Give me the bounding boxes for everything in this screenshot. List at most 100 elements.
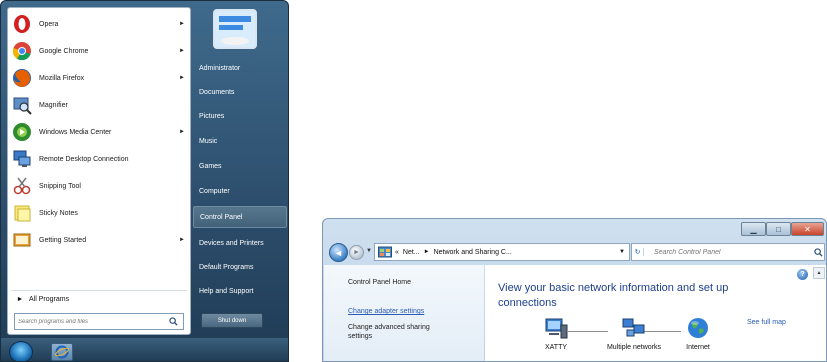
map-node-computer[interactable]: XATTY bbox=[533, 317, 579, 351]
start-item-control-panel[interactable]: Control Panel bbox=[193, 206, 287, 228]
taskbar bbox=[1, 338, 288, 361]
advanced-sharing-line-2: settings bbox=[348, 333, 373, 340]
close-icon: ✕ bbox=[804, 224, 811, 234]
control-panel-home-link[interactable]: Control Panel Home bbox=[348, 278, 411, 287]
start-item-label: Devices and Printers bbox=[199, 239, 264, 247]
program-label: Opera bbox=[39, 20, 59, 28]
recent-pages-dropdown-icon[interactable]: ▼ bbox=[366, 248, 372, 254]
minimize-button[interactable]: ▁ bbox=[741, 222, 766, 236]
user-picture[interactable] bbox=[213, 9, 257, 49]
start-item-administrator[interactable]: Administrator bbox=[193, 57, 287, 79]
submenu-arrow-icon: ► bbox=[179, 21, 185, 27]
maximize-button[interactable]: □ bbox=[766, 222, 791, 236]
maximize-icon: □ bbox=[776, 224, 781, 234]
start-item-label: Games bbox=[199, 162, 222, 170]
address-bar[interactable]: « Net... ► Network and Sharing C... ▼ bbox=[374, 243, 630, 261]
start-item-devices-and-printers[interactable]: Devices and Printers bbox=[193, 232, 287, 254]
submenu-arrow-icon: ► bbox=[179, 75, 185, 81]
breadcrumb-current[interactable]: Network and Sharing C... bbox=[434, 249, 512, 256]
address-dropdown-icon[interactable]: ▼ bbox=[619, 249, 625, 255]
start-item-label: Default Programs bbox=[199, 263, 254, 271]
search-icon[interactable] bbox=[814, 247, 823, 257]
scroll-up-icon[interactable]: ▲ bbox=[813, 267, 825, 279]
sticky-notes-icon bbox=[11, 202, 33, 224]
change-adapter-settings-link[interactable]: Change adapter settings bbox=[348, 307, 424, 316]
network-icon bbox=[622, 318, 645, 337]
minimize-icon: ▁ bbox=[750, 224, 757, 234]
start-search-input[interactable] bbox=[15, 318, 165, 325]
start-menu-programs-pane: Opera ► Google Chrome ► Mozilla Firefox … bbox=[7, 7, 191, 335]
start-item-label: Help and Support bbox=[199, 287, 254, 295]
map-node-internet[interactable]: Internet bbox=[675, 317, 721, 351]
start-item-label: Pictures bbox=[199, 112, 225, 120]
media-center-icon bbox=[11, 121, 33, 143]
firefox-icon bbox=[11, 67, 33, 89]
program-item-opera[interactable]: Opera ► bbox=[11, 12, 187, 36]
program-item-mozilla-firefox[interactable]: Mozilla Firefox ► bbox=[11, 66, 187, 90]
advanced-sharing-line-1: Change advanced sharing bbox=[348, 324, 430, 331]
start-item-pictures[interactable]: Pictures bbox=[193, 105, 287, 127]
breadcrumb-parent[interactable]: Net... bbox=[403, 249, 420, 256]
start-menu-places-pane: Administrator Documents Pictures Music G… bbox=[193, 1, 288, 361]
breadcrumb-overflow[interactable]: « bbox=[395, 249, 399, 256]
start-orb-icon[interactable] bbox=[9, 341, 33, 361]
snipping-tool-icon bbox=[11, 175, 33, 197]
refresh-icon[interactable]: ↻ bbox=[632, 248, 644, 256]
program-item-snipping-tool[interactable]: Snipping Tool bbox=[11, 174, 187, 198]
map-node-label: Internet bbox=[686, 344, 710, 351]
start-item-label: Administrator bbox=[199, 64, 241, 72]
breadcrumb-separator-icon[interactable]: ► bbox=[424, 249, 430, 255]
program-label: Google Chrome bbox=[39, 47, 89, 55]
program-item-sticky-notes[interactable]: Sticky Notes bbox=[11, 201, 187, 225]
computer-icon bbox=[545, 318, 568, 339]
taskbar-internet-explorer-icon[interactable] bbox=[51, 343, 73, 361]
program-label: Snipping Tool bbox=[39, 182, 81, 190]
start-item-music[interactable]: Music bbox=[193, 130, 287, 152]
start-item-help-and-support[interactable]: Help and Support bbox=[193, 280, 287, 302]
see-full-map-link[interactable]: See full map bbox=[747, 319, 786, 326]
close-button[interactable]: ✕ bbox=[791, 222, 824, 236]
program-item-remote-desktop-connection[interactable]: Remote Desktop Connection bbox=[11, 147, 187, 171]
shutdown-button[interactable]: Shut down bbox=[201, 313, 263, 328]
start-item-label: Documents bbox=[199, 88, 235, 96]
program-item-google-chrome[interactable]: Google Chrome ► bbox=[11, 39, 187, 63]
all-programs-label: All Programs bbox=[29, 296, 70, 303]
opera-icon bbox=[11, 13, 33, 35]
start-menu: Opera ► Google Chrome ► Mozilla Firefox … bbox=[0, 0, 289, 362]
start-item-label: Control Panel bbox=[200, 213, 243, 221]
chrome-icon bbox=[11, 40, 33, 62]
start-item-default-programs[interactable]: Default Programs bbox=[193, 256, 287, 278]
page-title-line-2: connections bbox=[498, 297, 557, 309]
program-item-windows-media-center[interactable]: Windows Media Center ► bbox=[11, 120, 187, 144]
start-item-label: Music bbox=[199, 137, 218, 145]
start-item-games[interactable]: Games bbox=[193, 155, 287, 177]
control-panel-search-input[interactable] bbox=[644, 248, 814, 256]
start-search-box[interactable] bbox=[14, 313, 184, 330]
submenu-arrow-icon: ► bbox=[179, 48, 185, 54]
program-item-magnifier[interactable]: Magnifier bbox=[11, 93, 187, 117]
control-panel-icon bbox=[378, 246, 392, 258]
submenu-arrow-icon: ► bbox=[179, 237, 185, 243]
program-item-getting-started[interactable]: Getting Started ► bbox=[11, 228, 187, 252]
help-icon[interactable]: ? bbox=[797, 269, 808, 280]
main-content: View your basic network information and … bbox=[485, 265, 826, 361]
program-label: Remote Desktop Connection bbox=[39, 155, 129, 163]
getting-started-icon bbox=[11, 229, 33, 251]
control-panel-search[interactable]: ↻ bbox=[631, 243, 825, 261]
map-node-label: XATTY bbox=[544, 344, 568, 351]
remote-desktop-icon bbox=[11, 148, 33, 170]
user-picture-icon bbox=[215, 11, 255, 47]
start-item-documents[interactable]: Documents bbox=[193, 81, 287, 103]
map-node-multiple-networks[interactable]: Multiple networks bbox=[601, 317, 667, 351]
map-node-label: Multiple networks bbox=[606, 344, 662, 351]
page-title: View your basic network information and … bbox=[498, 281, 798, 311]
submenu-arrow-icon: ► bbox=[179, 129, 185, 135]
forward-arrow-icon: ► bbox=[353, 249, 360, 256]
program-label: Windows Media Center bbox=[39, 128, 112, 136]
change-advanced-sharing-link[interactable]: Change advanced sharing settings bbox=[348, 323, 430, 341]
forward-button[interactable]: ► bbox=[349, 245, 364, 260]
all-programs-button[interactable]: ► All Programs bbox=[11, 290, 187, 308]
start-item-computer[interactable]: Computer bbox=[193, 180, 287, 202]
back-button[interactable]: ◄ bbox=[329, 243, 348, 262]
search-icon[interactable] bbox=[165, 314, 181, 329]
